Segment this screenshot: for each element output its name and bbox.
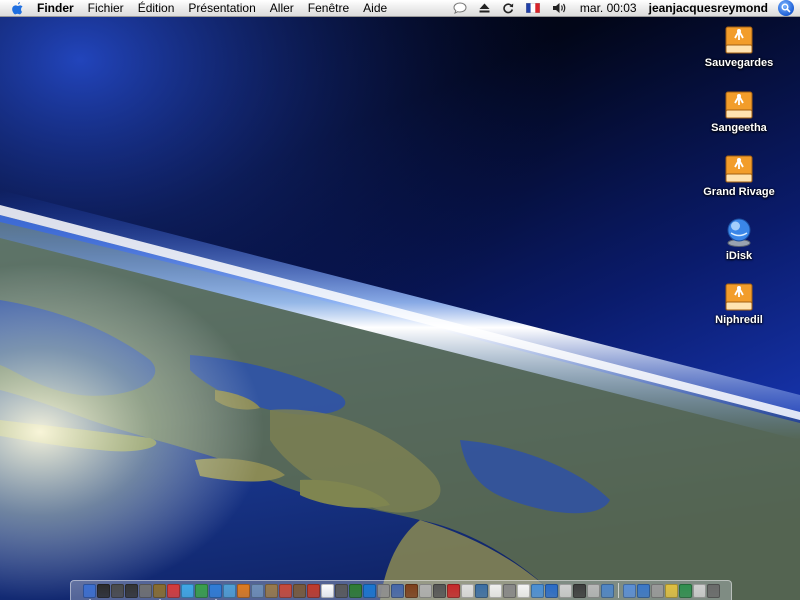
dock-app-icon[interactable] [404, 583, 418, 598]
dock-document-icon[interactable] [636, 583, 650, 598]
menu-clock[interactable]: mar. 00:03 [574, 0, 643, 17]
dock-app-icon[interactable] [82, 583, 96, 600]
dock-document-icon[interactable] [664, 583, 678, 598]
firewire-drive-icon [725, 283, 753, 311]
spotlight-icon[interactable] [778, 0, 794, 16]
menu-edition[interactable]: Édition [131, 0, 182, 17]
wallpaper-earth-image [0, 0, 800, 600]
dock [70, 580, 732, 600]
desktop-drive-niphredil[interactable]: Niphredil [694, 280, 784, 326]
dock-document-icon[interactable] [622, 583, 636, 598]
desktop[interactable]: Finder Fichier Édition Présentation Alle… [0, 0, 800, 600]
dock-app-icon[interactable] [558, 583, 572, 598]
sync-icon[interactable] [496, 0, 520, 17]
menu-extras: mar. 00:03 jeanjacquesreymond [447, 0, 800, 17]
firewire-drive-icon [725, 26, 753, 54]
dock-app-icon[interactable] [222, 583, 236, 598]
dock-app-icon[interactable] [138, 583, 152, 598]
desktop-drive-grand-rivage[interactable]: Grand Rivage [694, 152, 784, 198]
dock-app-icon[interactable] [460, 583, 474, 598]
firewire-drive-icon [725, 155, 753, 183]
desktop-icon-label: iDisk [725, 250, 753, 262]
finder-app-menu[interactable]: Finder [34, 0, 81, 17]
dock-app-icon[interactable] [418, 583, 432, 598]
dock-document-icon[interactable] [650, 583, 664, 598]
dock-app-icon[interactable] [474, 583, 488, 598]
dock-app-icon[interactable] [152, 583, 166, 600]
french-flag-icon[interactable] [520, 0, 546, 17]
dock-app-icon[interactable] [446, 583, 460, 598]
desktop-drive-sauvegardes[interactable]: Sauvegardes [694, 23, 784, 69]
dock-document-icon[interactable] [706, 583, 720, 598]
menu-aller[interactable]: Aller [263, 0, 301, 17]
dock-app-icon[interactable] [96, 583, 110, 598]
dock-app-icon[interactable] [236, 583, 250, 598]
dock-app-icon[interactable] [390, 583, 404, 598]
dock-app-icon[interactable] [264, 583, 278, 598]
menu-bar: Finder Fichier Édition Présentation Alle… [0, 0, 800, 17]
firewire-drive-icon [725, 91, 753, 119]
dock-app-icon[interactable] [292, 583, 306, 598]
dock-document-icon[interactable] [678, 583, 692, 598]
desktop-icon-label: Sangeetha [711, 122, 767, 134]
menu-presentation[interactable]: Présentation [181, 0, 262, 17]
dock-app-icon[interactable] [250, 583, 264, 598]
dock-separator [617, 583, 619, 598]
dock-app-icon[interactable] [572, 583, 586, 598]
dock-app-icon[interactable] [432, 583, 446, 598]
desktop-drive-sangeetha[interactable]: Sangeetha [694, 88, 784, 134]
dock-app-icon[interactable] [488, 583, 502, 598]
apple-menu-icon[interactable] [0, 0, 34, 17]
desktop-icon-label: Niphredil [715, 314, 763, 326]
dock-app-icon[interactable] [362, 583, 376, 598]
dock-app-icon[interactable] [348, 583, 362, 598]
dock-app-icon[interactable] [110, 583, 124, 598]
desktop-icon-label: Grand Rivage [703, 186, 775, 198]
dock-app-icon[interactable] [516, 583, 530, 598]
dock-app-icon[interactable] [530, 583, 544, 598]
dock-app-icon[interactable] [166, 583, 180, 598]
dock-app-icon[interactable] [306, 583, 320, 598]
volume-icon[interactable] [546, 0, 574, 17]
idisk-icon [727, 218, 751, 247]
ichat-status-icon[interactable] [447, 0, 473, 17]
dock-app-icon[interactable] [544, 583, 558, 598]
menu-fichier[interactable]: Fichier [81, 0, 131, 17]
eject-icon[interactable] [473, 0, 496, 17]
desktop-drive-idisk[interactable]: iDisk [694, 216, 784, 262]
dock-document-icon[interactable] [692, 583, 706, 598]
dock-app-icon[interactable] [502, 583, 516, 598]
dock-app-icon[interactable] [320, 583, 334, 598]
dock-app-icon[interactable] [334, 583, 348, 598]
menu-fenetre[interactable]: Fenêtre [301, 0, 356, 17]
dock-app-icon[interactable] [600, 583, 614, 598]
menu-aide[interactable]: Aide [356, 0, 394, 17]
desktop-icon-label: Sauvegardes [704, 57, 774, 69]
dock-app-icon[interactable] [194, 583, 208, 598]
dock-app-icon[interactable] [586, 583, 600, 598]
dock-app-icon[interactable] [208, 583, 222, 600]
dock-app-icon[interactable] [124, 583, 138, 598]
dock-app-icon[interactable] [376, 583, 390, 598]
dock-app-icon[interactable] [180, 583, 194, 598]
fast-user-switch-menu[interactable]: jeanjacquesreymond [643, 0, 774, 17]
dock-app-icon[interactable] [278, 583, 292, 598]
